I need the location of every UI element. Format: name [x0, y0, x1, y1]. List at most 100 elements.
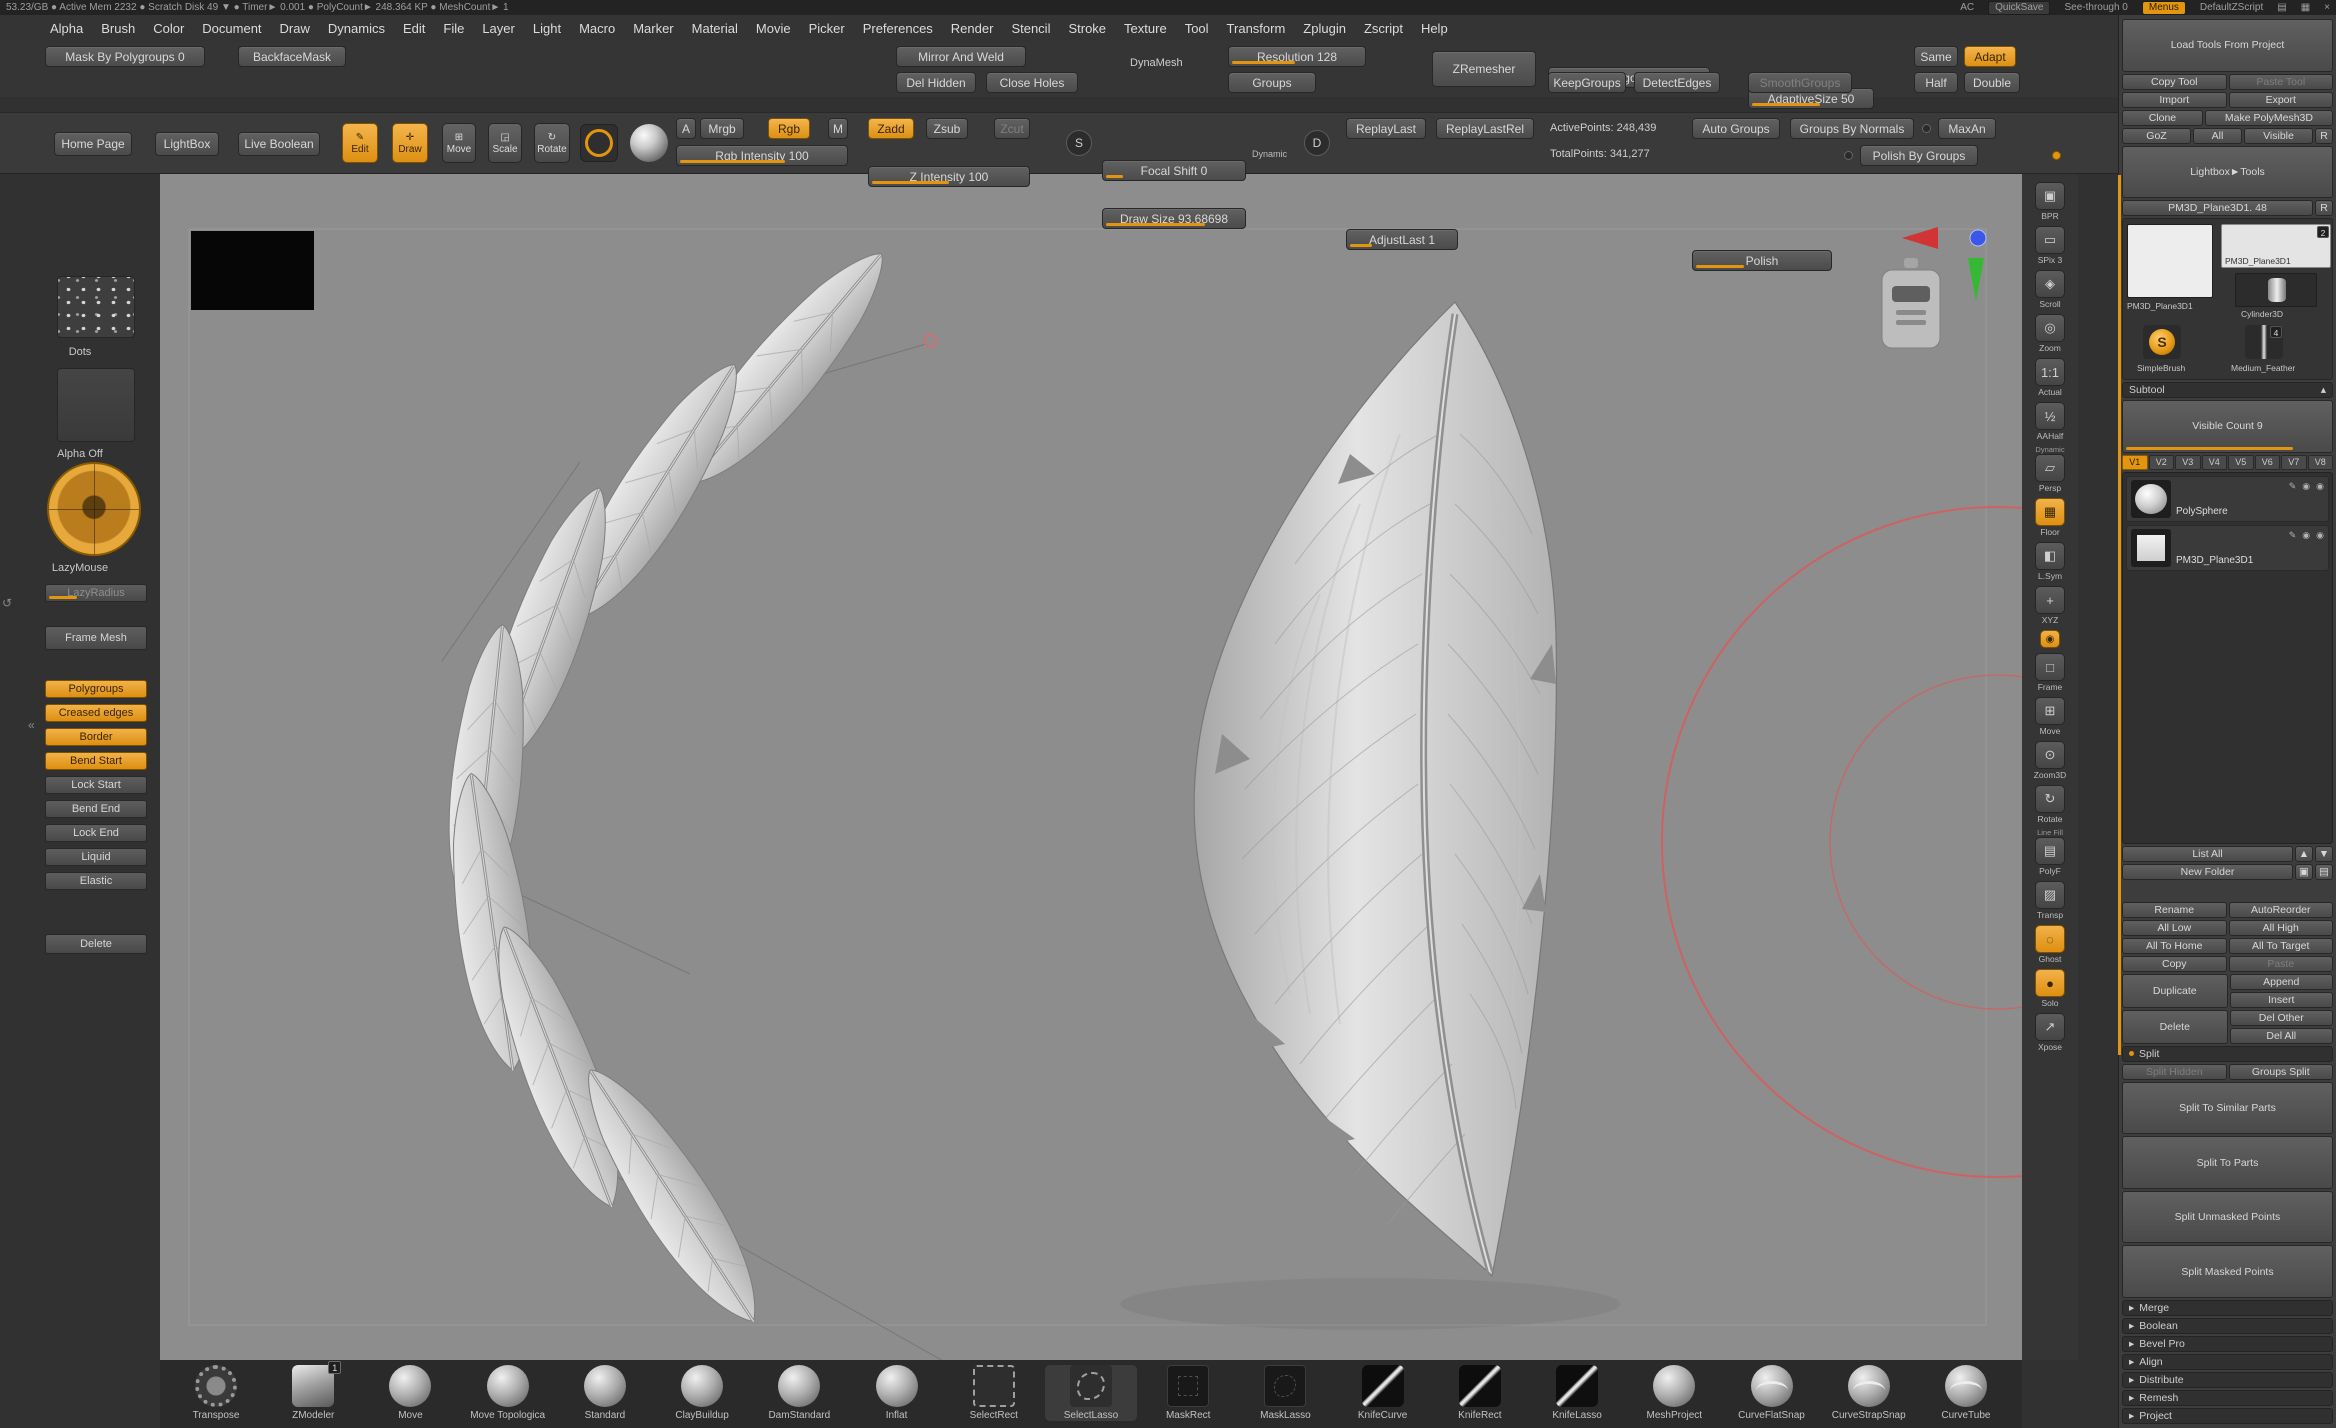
stroke-preview[interactable]	[57, 276, 135, 338]
copy-subtool-button[interactable]: Copy	[2122, 956, 2227, 972]
keep-groups-button[interactable]: KeepGroups	[1548, 72, 1626, 93]
menu-item[interactable]: Light	[525, 18, 569, 39]
ac-label[interactable]: AC	[1960, 2, 1974, 13]
section-header-button[interactable]: ▸Distribute	[2122, 1372, 2333, 1388]
brush-item[interactable]: Inflat	[851, 1365, 943, 1421]
menu-item[interactable]: Color	[145, 18, 192, 39]
brush-item[interactable]: ClayBuildup	[656, 1365, 748, 1421]
draw-size-slider[interactable]: Draw Size 93.68698	[1102, 208, 1246, 229]
menu-item[interactable]: Transform	[1219, 18, 1294, 39]
brush-item[interactable]: Transpose	[170, 1365, 262, 1421]
menu-item[interactable]: Dynamics	[320, 18, 393, 39]
menu-item[interactable]: Stroke	[1060, 18, 1114, 39]
shelf-item[interactable]: ↗ Xpose	[2025, 1013, 2075, 1052]
mirror-and-weld-button[interactable]: Mirror And Weld	[896, 46, 1026, 67]
curve-function-button[interactable]: Border	[45, 728, 147, 746]
split-section-header[interactable]: Split	[2122, 1046, 2333, 1062]
current-stroke-button[interactable]	[580, 124, 618, 162]
menu-item[interactable]: Material	[684, 18, 746, 39]
shelf-item[interactable]: ½ AAHalf	[2025, 402, 2075, 441]
autoreorder-button[interactable]: AutoReorder	[2229, 902, 2334, 918]
default-zscript-label[interactable]: DefaultZScript	[2200, 2, 2263, 13]
detect-edges-button[interactable]: DetectEdges	[1634, 72, 1720, 93]
make-polymesh3d-button[interactable]: Make PolyMesh3D	[2205, 110, 2333, 126]
subtool-view-tab[interactable]: V5	[2228, 455, 2254, 470]
rename-button[interactable]: Rename	[2122, 902, 2227, 918]
brush-item[interactable]: KnifeLasso	[1531, 1365, 1623, 1421]
append-button[interactable]: Append	[2230, 974, 2334, 990]
brush-item[interactable]: CurveTube	[1920, 1365, 2012, 1421]
rotate-mode-button[interactable]: ↻Rotate	[534, 123, 570, 163]
split-to-similar-parts-button[interactable]: Split To Similar Parts	[2122, 1082, 2333, 1135]
section-header-button[interactable]: ▸Merge	[2122, 1300, 2333, 1316]
menu-item[interactable]: Help	[1413, 18, 1456, 39]
all-to-home-button[interactable]: All To Home	[2122, 938, 2227, 954]
brush-item[interactable]: CurveFlatSnap	[1726, 1365, 1818, 1421]
folder-icon-button[interactable]: ▣	[2295, 864, 2313, 880]
menu-item[interactable]: Marker	[625, 18, 681, 39]
eye-icon[interactable]: ◉	[2302, 481, 2310, 492]
frame-mesh-button[interactable]: Frame Mesh	[45, 626, 147, 650]
subtool-view-tab[interactable]: V4	[2202, 455, 2228, 470]
lazymouse-preview[interactable]	[47, 462, 141, 556]
adjust-last-slider[interactable]: AdjustLast 1	[1346, 229, 1458, 250]
split-masked-points-button[interactable]: Split Masked Points	[2122, 1245, 2333, 1298]
m-button[interactable]: M	[828, 118, 848, 139]
curve-function-button[interactable]: Elastic	[45, 872, 147, 890]
replay-last-rel-button[interactable]: ReplayLastRel	[1436, 118, 1534, 139]
viewport-canvas[interactable]	[160, 174, 2022, 1360]
rotate-view-handle[interactable]: ↺	[2, 596, 12, 610]
brush-item[interactable]: SelectRect	[948, 1365, 1040, 1421]
menu-item[interactable]: File	[435, 18, 472, 39]
medium-feather-thumb[interactable]: 4	[2245, 325, 2283, 359]
del-hidden-button[interactable]: Del Hidden	[896, 72, 976, 93]
polish-slider[interactable]: Polish	[1692, 250, 1832, 271]
mask-by-polygroups-slider[interactable]: Mask By Polygroups 0	[45, 46, 205, 67]
subtool-row[interactable]: ✎ ◉ ◉ PolySphere	[2126, 476, 2329, 522]
brush-item[interactable]: 1 ZModeler	[267, 1365, 359, 1421]
move-mode-button[interactable]: ⊞Move	[442, 123, 476, 163]
lightbox-button[interactable]: LightBox	[155, 132, 219, 156]
panel-scrollbar[interactable]	[2118, 175, 2121, 1055]
delete-subtool-button[interactable]: Delete	[2122, 1010, 2228, 1044]
all-high-button[interactable]: All High	[2229, 920, 2334, 936]
draw-mode-button[interactable]: ✛Draw	[392, 123, 428, 163]
zsub-button[interactable]: Zsub	[926, 118, 968, 139]
shelf-item[interactable]: Line Fill ▤ PolyF	[2025, 829, 2075, 876]
load-tools-from-project-button[interactable]: Load Tools From Project	[2122, 19, 2333, 72]
r-button[interactable]: R	[2315, 128, 2333, 144]
smooth-groups-button[interactable]: SmoothGroups	[1748, 72, 1852, 93]
clone-button[interactable]: Clone	[2122, 110, 2203, 126]
recent-tool-thumb-selected[interactable]: 2 PM3D_Plane3D1	[2221, 224, 2331, 268]
home-page-button[interactable]: Home Page	[54, 132, 132, 156]
simplebrush-thumb[interactable]: S	[2143, 325, 2181, 359]
brush-item[interactable]: DamStandard	[753, 1365, 845, 1421]
section-header-button[interactable]: ▸Bevel Pro	[2122, 1336, 2333, 1352]
menu-item[interactable]: Zscript	[1356, 18, 1411, 39]
close-icon[interactable]: ×	[2324, 2, 2330, 13]
menu-item[interactable]: Macro	[571, 18, 623, 39]
half-button[interactable]: Half	[1914, 72, 1958, 93]
polish-toggle[interactable]	[1844, 151, 1853, 160]
edit-mode-button[interactable]: ✎Edit	[342, 123, 378, 163]
auto-groups-button[interactable]: Auto Groups	[1692, 118, 1780, 139]
menu-item[interactable]: Layer	[474, 18, 523, 39]
menu-item[interactable]: Picker	[801, 18, 853, 39]
menu-item[interactable]: Stencil	[1003, 18, 1058, 39]
subtool-row[interactable]: ✎ ◉ ◉ PM3D_Plane3D1	[2126, 525, 2329, 571]
live-boolean-button[interactable]: Live Boolean	[238, 132, 320, 156]
del-other-button[interactable]: Del Other	[2230, 1010, 2334, 1026]
quicksave-button[interactable]: QuickSave	[1988, 1, 2050, 15]
list-all-button[interactable]: List All	[2122, 846, 2293, 862]
depth-badge[interactable]: D	[1304, 130, 1330, 156]
replay-last-button[interactable]: ReplayLast	[1346, 118, 1426, 139]
move-down-button[interactable]: ▼	[2315, 846, 2333, 862]
section-header-button[interactable]: ▸Remesh	[2122, 1390, 2333, 1406]
insert-button[interactable]: Insert	[2230, 992, 2334, 1008]
paint-icon[interactable]: ✎	[2289, 481, 2297, 492]
layout-icon[interactable]: ▤	[2277, 2, 2286, 13]
subtool-section-header[interactable]: Subtool▴	[2122, 382, 2333, 398]
shelf-item[interactable]: 1:1 Actual	[2025, 358, 2075, 397]
current-tool-header[interactable]: PM3D_Plane3D1. 48	[2122, 200, 2313, 216]
new-folder-button[interactable]: New Folder	[2122, 864, 2293, 880]
